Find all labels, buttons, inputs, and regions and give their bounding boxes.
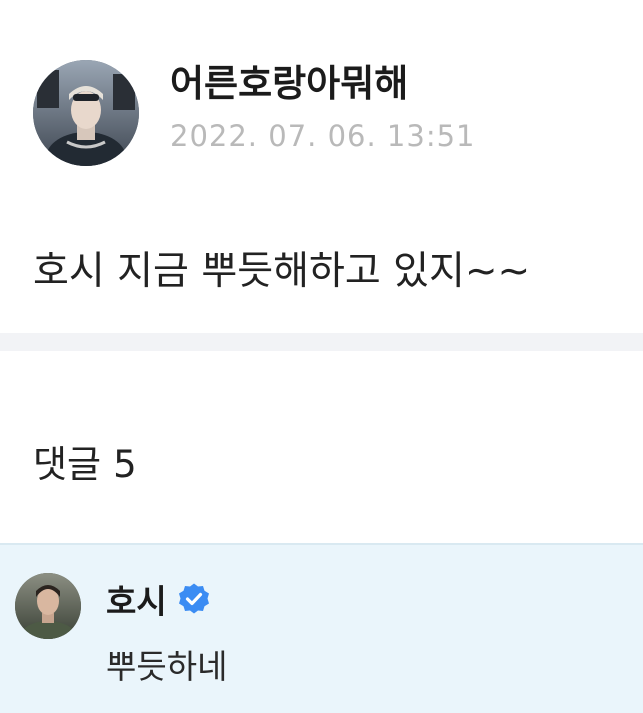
author-avatar[interactable] (33, 60, 139, 166)
verified-badge-icon (178, 583, 209, 614)
comment-author-name[interactable]: 호시 (106, 575, 167, 623)
comments-heading: 댓글 5 (33, 440, 137, 490)
post-header: 어른호랑아뭐해 2022. 07. 06. 13:51 (0, 0, 643, 200)
post-content: 호시 지금 뿌듯해하고 있지~~ (33, 249, 531, 294)
author-name[interactable]: 어른호랑아뭐해 (170, 60, 408, 108)
post-timestamp: 2022. 07. 06. 13:51 (170, 119, 476, 153)
comments-label: 댓글 (33, 443, 102, 486)
comments-count: 5 (113, 443, 137, 486)
comment-author: 호시 (106, 577, 211, 621)
comment-author-avatar[interactable] (15, 573, 81, 639)
comment-text: 뿌듯하네 (106, 647, 228, 686)
highlighted-comment: 호시 뿌듯하네 (0, 543, 643, 713)
section-divider (0, 333, 643, 351)
